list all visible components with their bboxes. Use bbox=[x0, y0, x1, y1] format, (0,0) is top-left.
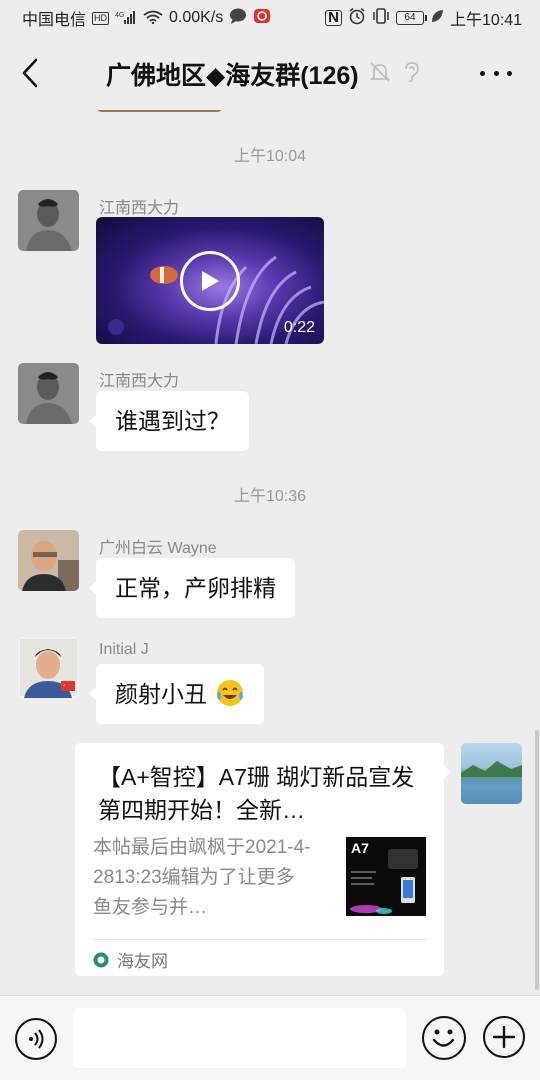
more-dot-icon bbox=[507, 70, 512, 76]
message-text: 颜射小丑 bbox=[115, 681, 207, 707]
card-thumbnail: A7 bbox=[346, 837, 426, 916]
card-source-name: 海友网 bbox=[117, 952, 168, 971]
more-dot-icon bbox=[480, 70, 485, 76]
voice-input-button[interactable] bbox=[15, 1018, 57, 1060]
avatar[interactable] bbox=[18, 363, 79, 424]
wifi-icon bbox=[143, 10, 163, 27]
carrier-label: 中国电信 bbox=[22, 12, 87, 29]
chat-notify-icon bbox=[229, 8, 247, 29]
smiley-icon bbox=[432, 1029, 455, 1047]
avatar[interactable] bbox=[18, 190, 79, 251]
nfc-icon: N bbox=[325, 10, 342, 26]
alarm-icon bbox=[348, 7, 366, 30]
hd-badge: HD bbox=[92, 11, 110, 25]
svg-text:4G: 4G bbox=[115, 12, 124, 19]
avatar[interactable] bbox=[18, 637, 79, 698]
sender-name: Initial J bbox=[99, 641, 149, 658]
scrollbar[interactable] bbox=[535, 730, 539, 990]
vibrate-icon bbox=[372, 7, 390, 30]
earpiece-icon bbox=[401, 61, 421, 88]
sender-name: 江南西大力 bbox=[99, 200, 180, 217]
source-app-icon bbox=[93, 952, 109, 967]
svg-text:A7: A7 bbox=[351, 840, 369, 856]
text-message-bubble[interactable]: 谁遇到过？ bbox=[89, 391, 249, 451]
message-input[interactable] bbox=[73, 1008, 406, 1068]
input-bar bbox=[0, 995, 540, 1080]
title-bar: 广佛地区◆海友群(126) bbox=[0, 36, 540, 110]
link-card-message[interactable]: 【A+智控】A7珊 瑚灯新品宣发 第四期开始！全新… 本帖最后由飒枫于2021-… bbox=[75, 743, 451, 976]
more-options-button[interactable] bbox=[480, 62, 512, 84]
more-actions-button[interactable] bbox=[483, 1016, 525, 1058]
timestamp: 上午10:36 bbox=[233, 488, 307, 505]
battery-icon: 64 bbox=[395, 11, 427, 25]
app-notify-icon bbox=[253, 8, 271, 29]
tears-of-joy-emoji-icon bbox=[217, 680, 244, 706]
more-dot-icon bbox=[493, 70, 499, 76]
plus-icon bbox=[493, 1026, 515, 1048]
network-speed: 0.00K/s bbox=[169, 9, 224, 26]
timestamp: 上午10:04 bbox=[233, 148, 307, 165]
play-icon bbox=[202, 271, 219, 291]
avatar[interactable] bbox=[18, 530, 79, 591]
previous-image-message[interactable] bbox=[96, 110, 223, 112]
text-message-bubble[interactable]: 颜射小丑 bbox=[88, 664, 265, 724]
status-bar: 中国电信 HD 4G 0.00K/s N 64 上午10:41 bbox=[0, 0, 540, 36]
emoji-button[interactable] bbox=[422, 1016, 466, 1060]
signal-icon: 4G bbox=[115, 10, 137, 27]
page-title: 广佛地区◆海友群(126) bbox=[106, 62, 359, 90]
mute-bell-icon bbox=[369, 61, 391, 88]
chevron-left-icon bbox=[22, 58, 38, 88]
play-button[interactable] bbox=[180, 251, 240, 311]
card-source: 海友网 bbox=[93, 947, 168, 972]
video-duration: 0:22 bbox=[283, 319, 315, 336]
card-description: 本帖最后由飒枫于2021-4-2813:23编辑为了让更多鱼友参与并… bbox=[93, 837, 311, 918]
back-button[interactable] bbox=[14, 54, 46, 92]
chat-area[interactable]: 上午10:04 江南西大力 0:22 江南西大力 谁遇到过？ 上午10:36 广… bbox=[0, 110, 540, 995]
sender-name: 广州白云 Wayne bbox=[99, 540, 217, 557]
card-divider bbox=[93, 939, 427, 940]
card-title: 【A+智控】A7珊 瑚灯新品宣发 第四期开始！全新… bbox=[98, 764, 415, 823]
clock-time: 上午10:41 bbox=[449, 12, 522, 29]
video-message[interactable]: 0:22 bbox=[96, 217, 324, 344]
leaf-icon bbox=[430, 9, 444, 28]
voice-icon bbox=[29, 1029, 44, 1049]
self-avatar[interactable] bbox=[461, 743, 522, 804]
sender-name: 江南西大力 bbox=[99, 373, 180, 390]
text-message-bubble[interactable]: 正常，产卵排精 bbox=[89, 558, 295, 618]
